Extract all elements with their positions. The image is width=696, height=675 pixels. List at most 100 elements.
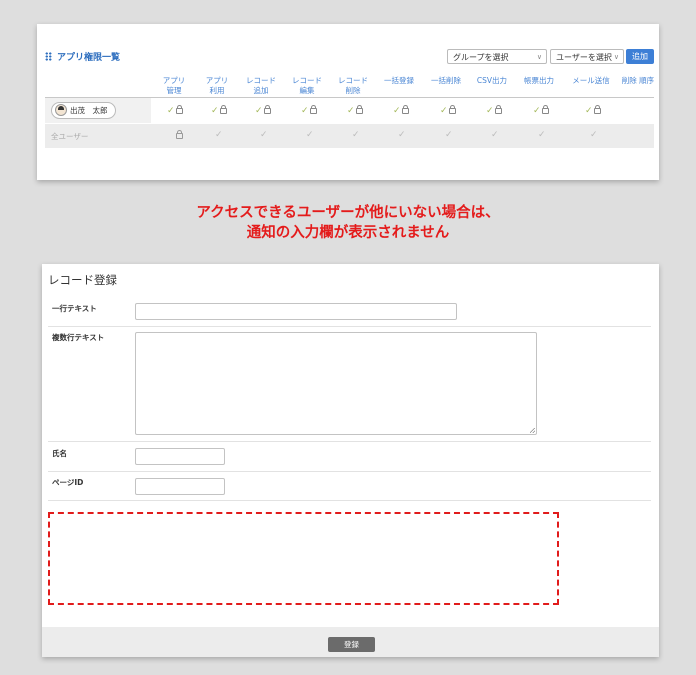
- perm-cell[interactable]: ✓: [260, 131, 268, 140]
- avatar: [55, 104, 67, 116]
- header-line: 削除: [345, 86, 361, 95]
- chevron-down-icon: ∨: [536, 53, 542, 61]
- checkmark-icon: ✓: [347, 106, 355, 116]
- header-line: 削除 順序: [621, 76, 655, 85]
- multi-line-text-label: 複数行テキスト: [52, 333, 105, 342]
- header-line: 利用: [209, 86, 225, 95]
- column-header-app-admin: アプリ 管理: [154, 76, 194, 96]
- lock-icon: [219, 105, 227, 114]
- checkmark-icon: ✓: [211, 106, 219, 116]
- all-users-label: 全ユーザー: [51, 132, 89, 141]
- column-header-bulk-register: 一括登録: [379, 76, 419, 86]
- checkmark-icon: ✓: [306, 130, 314, 140]
- field-divider: [48, 500, 651, 501]
- checkmark-icon: ✓: [538, 130, 546, 140]
- chevron-down-icon: ∨: [613, 53, 619, 61]
- checkmark-icon: ✓: [215, 130, 223, 140]
- checkmark-icon: ✓: [590, 130, 598, 140]
- header-line: アプリ: [205, 76, 229, 85]
- perm-cell[interactable]: ✓: [352, 131, 360, 140]
- perm-cell[interactable]: ✓: [486, 105, 502, 116]
- header-line: レコード: [246, 76, 276, 85]
- perm-cell[interactable]: ✓: [585, 105, 601, 116]
- perm-cell[interactable]: ✓: [440, 105, 456, 116]
- lock-icon: [263, 105, 271, 114]
- header-line: レコード: [292, 76, 322, 85]
- page-id-input[interactable]: [135, 478, 225, 495]
- checkmark-icon: ✓: [533, 106, 541, 116]
- checkmark-icon: ✓: [491, 130, 499, 140]
- perm-cell[interactable]: ✓: [215, 131, 223, 140]
- checkmark-icon: ✓: [167, 106, 175, 116]
- record-register-form: レコード登録 一行テキスト 複数行テキスト 氏名 ページID 登録: [42, 264, 659, 657]
- field-divider: [48, 441, 651, 442]
- perm-cell[interactable]: ✓: [491, 131, 499, 140]
- perm-cell[interactable]: ✓: [538, 131, 546, 140]
- header-line: 管理: [166, 86, 182, 95]
- annotation-line-2: 通知の入力欄が表示されません: [246, 225, 450, 241]
- single-line-text-input[interactable]: [135, 303, 457, 320]
- page-id-label: ページID: [52, 478, 84, 487]
- perm-cell[interactable]: ✓: [347, 105, 363, 116]
- column-header-form-output: 帳票出力: [519, 76, 559, 86]
- annotation-line-1: アクセスできるユーザーが他にいない場合は、: [196, 205, 500, 221]
- column-header-record-edit: レコード 編集: [287, 76, 327, 96]
- missing-notification-area: [48, 512, 559, 605]
- header-line: 帳票出力: [524, 76, 554, 85]
- perm-cell[interactable]: ✓: [398, 131, 406, 140]
- perm-cell[interactable]: ✓: [445, 131, 453, 140]
- table-row-all-users: 全ユーザー ✓ ✓ ✓ ✓ ✓ ✓ ✓ ✓ ✓: [45, 124, 654, 148]
- multi-line-text-area[interactable]: [135, 332, 537, 435]
- perm-cell[interactable]: ✓: [211, 105, 227, 116]
- perm-cell[interactable]: [175, 130, 183, 141]
- panel-title: アプリ権限一覧: [45, 50, 120, 63]
- checkmark-icon: ✓: [486, 106, 494, 116]
- form-title: レコード登録: [48, 273, 117, 287]
- lock-icon: [175, 105, 183, 114]
- perm-cell[interactable]: ✓: [533, 105, 549, 116]
- field-divider: [48, 471, 651, 472]
- checkmark-icon: ✓: [445, 130, 453, 140]
- column-header-app-use: アプリ 利用: [197, 76, 237, 96]
- perm-cell[interactable]: ✓: [590, 131, 598, 140]
- header-line: 追加: [253, 86, 269, 95]
- name-input[interactable]: [135, 448, 225, 465]
- header-line: メール送信: [572, 76, 610, 85]
- user-chip[interactable]: 出茂 太郎: [51, 102, 116, 119]
- checkmark-icon: ✓: [393, 106, 401, 116]
- user-select[interactable]: ユーザーを選択 ∨: [550, 49, 624, 64]
- user-name: 出茂 太郎: [70, 106, 108, 115]
- group-select[interactable]: グループを選択 ∨: [447, 49, 547, 64]
- lock-icon: [593, 105, 601, 114]
- lock-icon: [176, 130, 183, 139]
- checkmark-icon: ✓: [585, 106, 593, 116]
- checkmark-icon: ✓: [398, 130, 406, 140]
- drag-grip-icon[interactable]: [45, 52, 52, 61]
- lock-icon: [355, 105, 363, 114]
- resize-handle-icon[interactable]: [530, 428, 535, 433]
- form-footer: 登録: [42, 627, 659, 657]
- header-line: 一括登録: [384, 76, 414, 85]
- header-line: アプリ: [162, 76, 186, 85]
- column-header-record-delete: レコード 削除: [333, 76, 373, 96]
- column-header-mail-send: メール送信: [568, 76, 614, 86]
- lock-icon: [309, 105, 317, 114]
- lock-icon: [448, 105, 456, 114]
- group-select-value: グループを選択: [453, 53, 509, 62]
- user-select-value: ユーザーを選択: [556, 53, 612, 62]
- column-header-bulk-delete: 一括削除: [426, 76, 466, 86]
- perm-cell[interactable]: ✓: [167, 105, 183, 116]
- add-button[interactable]: 追加: [626, 49, 654, 64]
- perm-cell[interactable]: ✓: [301, 105, 317, 116]
- lock-icon: [541, 105, 549, 114]
- single-line-text-label: 一行テキスト: [52, 304, 97, 313]
- perm-cell[interactable]: ✓: [306, 131, 314, 140]
- checkmark-icon: ✓: [260, 130, 268, 140]
- perm-cell[interactable]: ✓: [393, 105, 409, 116]
- perm-cell[interactable]: ✓: [255, 105, 271, 116]
- field-divider: [48, 326, 651, 327]
- register-button[interactable]: 登録: [328, 637, 375, 652]
- checkmark-icon: ✓: [255, 106, 263, 116]
- header-line: レコード: [338, 76, 368, 85]
- app-permission-panel: アプリ権限一覧 グループを選択 ∨ ユーザーを選択 ∨ 追加 アプリ 管理 アプ…: [37, 24, 659, 180]
